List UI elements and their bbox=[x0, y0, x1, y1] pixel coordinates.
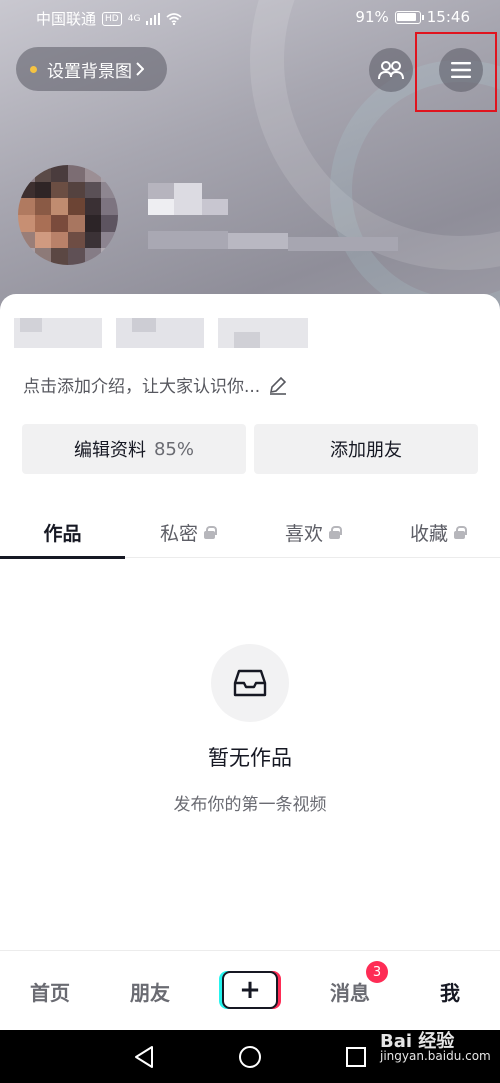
tab-works[interactable]: 作品 bbox=[0, 506, 125, 559]
annotation-highlight-box bbox=[415, 32, 497, 112]
edit-profile-label: 编辑资料 bbox=[73, 440, 146, 461]
pencil-icon bbox=[270, 376, 287, 395]
profile-completion: 85% bbox=[153, 438, 194, 460]
home-circle-icon[interactable] bbox=[238, 1045, 262, 1069]
carrier-label: 中国联通 bbox=[36, 10, 97, 28]
watermark-brand: Bai 经验 bbox=[380, 1031, 455, 1052]
nav-friends[interactable]: 朋友 bbox=[100, 951, 200, 1031]
friends-icon-button[interactable] bbox=[369, 48, 413, 92]
tab-favorites-label: 收藏 bbox=[409, 522, 448, 545]
messages-badge: 3 bbox=[366, 961, 388, 983]
tab-works-label: 作品 bbox=[43, 522, 82, 545]
lock-icon bbox=[329, 525, 342, 539]
wifi-icon bbox=[166, 12, 182, 25]
new-dot bbox=[30, 65, 37, 73]
nav-me-label: 我 bbox=[440, 980, 460, 1005]
recents-square-icon[interactable] bbox=[345, 1046, 367, 1068]
clock: 15:46 bbox=[426, 8, 470, 26]
bio-placeholder[interactable]: 点击添加介绍，让大家认识你... bbox=[23, 372, 288, 397]
tab-likes-label: 喜欢 bbox=[284, 522, 323, 545]
chevron-right-icon bbox=[136, 62, 144, 76]
tab-likes[interactable]: 喜欢 bbox=[250, 506, 375, 558]
signal-icon bbox=[146, 12, 161, 25]
nav-friends-label: 朋友 bbox=[130, 980, 170, 1005]
set-background-button[interactable]: 设置背景图 bbox=[16, 47, 167, 91]
lock-icon bbox=[454, 525, 467, 539]
nav-messages-label: 消息 bbox=[330, 980, 370, 1005]
status-bar: 中国联通 HD 4G 91% 15:46 bbox=[0, 0, 500, 34]
back-icon[interactable] bbox=[133, 1045, 155, 1069]
add-friend-button[interactable]: 添加朋友 bbox=[254, 424, 478, 474]
nav-messages[interactable]: 消息 bbox=[300, 951, 400, 1031]
set-background-label: 设置背景图 bbox=[47, 61, 132, 82]
watermark: Bai 经验 jingyan.baidu.com bbox=[380, 1031, 491, 1064]
empty-subtitle: 发布你的第一条视频 bbox=[173, 795, 327, 815]
add-friend-label: 添加朋友 bbox=[330, 440, 402, 461]
tab-private-label: 私密 bbox=[159, 522, 198, 545]
inbox-icon bbox=[211, 644, 289, 722]
lock-icon bbox=[204, 525, 217, 539]
battery-icon bbox=[394, 10, 424, 24]
profile-card: 点击添加介绍，让大家认识你... 编辑资料 85% 添加朋友 作品 私密 喜欢 … bbox=[0, 294, 500, 954]
tab-favorites[interactable]: 收藏 bbox=[375, 506, 500, 558]
bottom-tab-bar: 首页 朋友 + 消息 3 我 bbox=[0, 950, 500, 1030]
hd-icon: HD bbox=[102, 11, 122, 26]
battery-percent: 91% bbox=[355, 8, 389, 26]
create-post-button[interactable]: + bbox=[222, 971, 278, 1009]
profile-tabs: 作品 私密 喜欢 收藏 bbox=[0, 506, 500, 559]
edit-profile-button[interactable]: 编辑资料 85% bbox=[22, 424, 246, 474]
people-icon bbox=[378, 61, 404, 80]
plus-icon: + bbox=[239, 975, 261, 1005]
nav-home-label: 首页 bbox=[30, 980, 70, 1005]
nav-me[interactable]: 我 bbox=[400, 951, 500, 1031]
bio-placeholder-text: 点击添加介绍，让大家认识你... bbox=[23, 377, 261, 397]
active-tab-indicator bbox=[0, 556, 125, 559]
watermark-domain: jingyan.baidu.com bbox=[380, 1049, 491, 1063]
avatar[interactable] bbox=[18, 165, 118, 265]
display-name-pixelated bbox=[14, 314, 314, 350]
empty-title: 暂无作品 bbox=[208, 746, 292, 770]
empty-state: 暂无作品 发布你的第一条视频 bbox=[0, 644, 500, 815]
username-pixelated bbox=[148, 183, 398, 253]
network-label: 4G bbox=[127, 13, 141, 24]
tab-private[interactable]: 私密 bbox=[125, 506, 250, 558]
nav-home[interactable]: 首页 bbox=[0, 951, 100, 1031]
